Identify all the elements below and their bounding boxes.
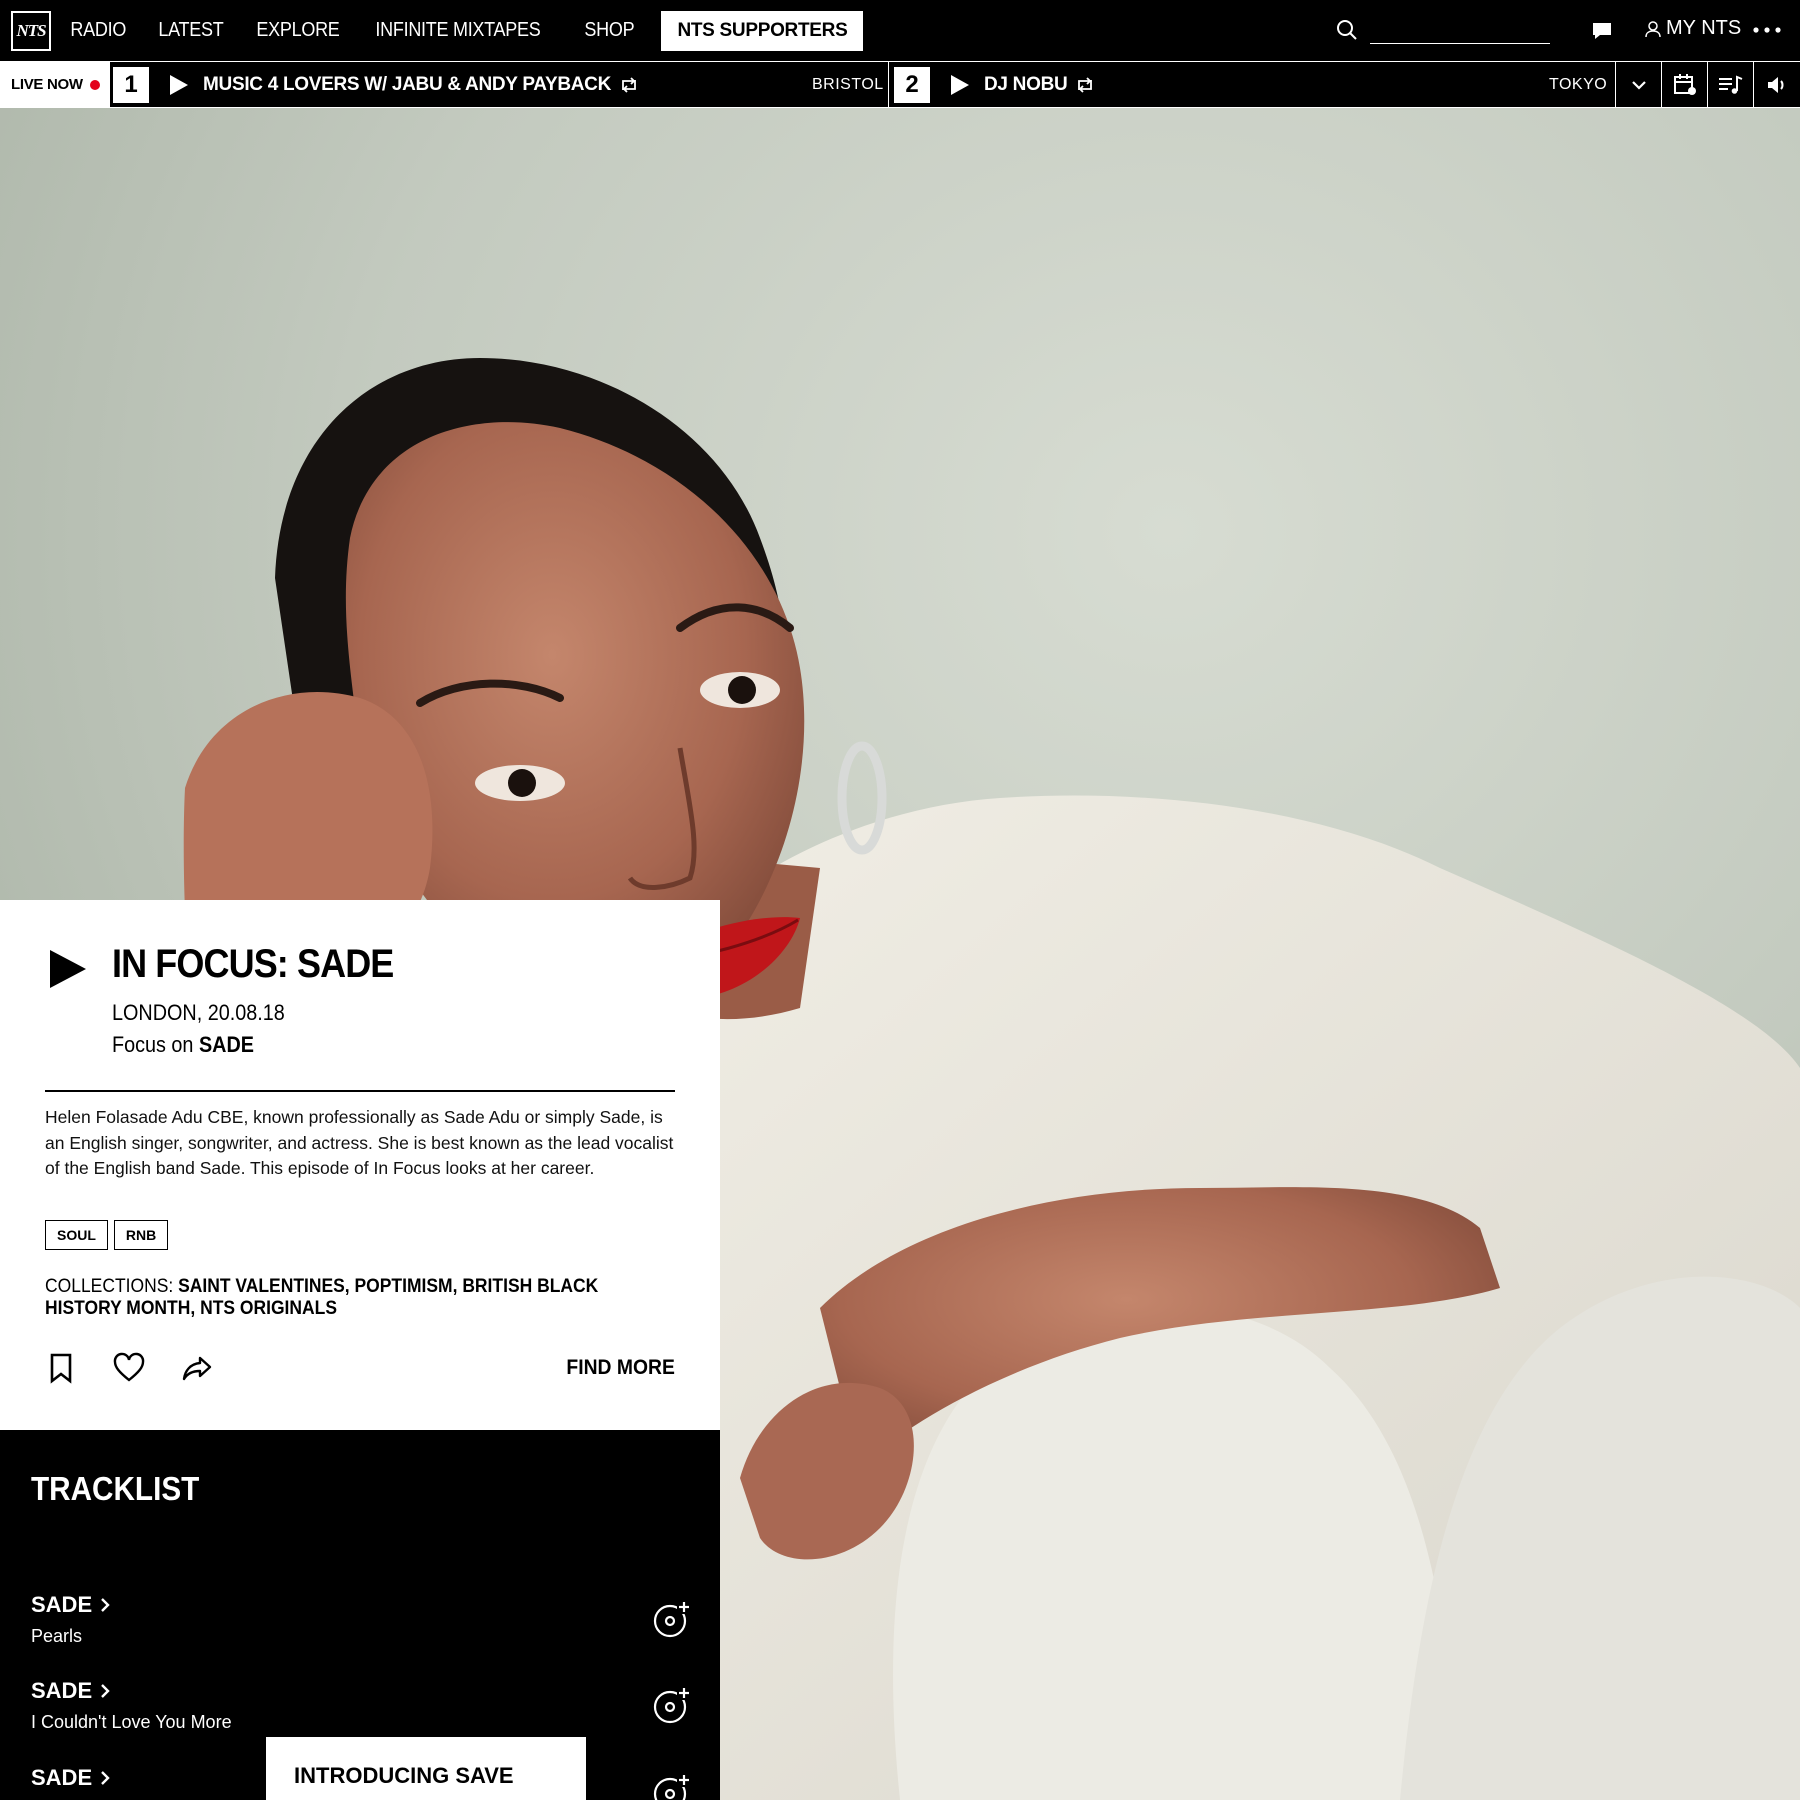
chevron-right-icon [101,1598,110,1612]
volume-icon [1767,76,1783,93]
popup-label: INTRODUCING SAVE [294,1763,514,1788]
channel-1[interactable]: 1 MUSIC 4 LOVERS W/ JABU & ANDY PAYBACK [113,62,639,107]
nav-links: RADIO LATEST EXPLORE INFINITE MIXTAPES S… [56,0,864,61]
live-bar: LIVE NOW 1 MUSIC 4 LOVERS W/ JABU & ANDY… [0,61,1800,108]
chevron-down-icon [1631,80,1646,90]
episode-actions [45,1352,213,1384]
focus-artist-link[interactable]: SADE [199,1032,254,1057]
chevron-right-icon [101,1684,110,1698]
channel-location: TOKYO [1549,76,1608,93]
episode-card: IN FOCUS: SADE LONDON, 20.08.18 Focus on… [0,900,720,1430]
calendar-icon [1673,73,1696,95]
tag-soul[interactable]: SOUL [45,1220,108,1250]
collections: COLLECTIONS: SAINT VALENTINES, POPTIMISM… [45,1276,634,1320]
nav-shop[interactable]: SHOP [570,19,649,42]
track-artist-link[interactable]: SADE [31,1678,691,1704]
volume-button[interactable] [1753,62,1799,107]
episode-description: Helen Folasade Adu CBE, known profession… [45,1107,674,1178]
search-icon[interactable] [1334,17,1360,43]
repeat-icon [1078,76,1093,93]
track-artist: SADE [31,1592,93,1617]
channel-location: BRISTOL [812,76,884,93]
more-icon[interactable] [1752,22,1782,38]
track-item: SADE I Couldn't Love You More [31,1678,691,1733]
channel-divider [888,62,889,107]
track-item: SADE Pearls [31,1592,691,1647]
track-title: I Couldn't Love You More [31,1712,232,1732]
search-input[interactable] [1370,16,1550,44]
nav-infinite-mixtapes[interactable]: INFINITE MIXTAPES [361,19,555,42]
play-icon[interactable] [948,74,970,96]
playlist-button[interactable] [1707,62,1753,107]
bookmark-icon[interactable] [45,1352,77,1384]
live-now-text: LIVE NOW [11,76,83,93]
chat-icon[interactable] [1591,20,1613,42]
nts-logo[interactable]: NTS [11,11,51,51]
repeat-icon [622,76,636,93]
playlist-icon [1718,75,1742,94]
channel-2[interactable]: 2 DJ NOBU [894,62,1095,107]
nts-supporters-button[interactable]: NTS SUPPORTERS [661,10,864,51]
my-nts-label: MY NTS [1666,17,1742,39]
add-to-collection-icon[interactable] [653,1600,691,1638]
live-now-label: LIVE NOW [0,62,110,107]
track-artist-link[interactable]: SADE [31,1592,691,1618]
collections-label: COLLECTIONS: [45,1276,174,1297]
channel-number: 2 [894,66,930,103]
track-artist: SADE [31,1765,93,1790]
genre-tags: SOUL RNB [45,1220,169,1250]
nav-radio[interactable]: RADIO [56,19,140,42]
top-navigation: NTS RADIO LATEST EXPLORE INFINITE MIXTAP… [0,0,1800,61]
focus-prefix: Focus on [112,1032,194,1057]
episode-title: IN FOCUS: SADE [112,942,394,986]
play-icon[interactable] [48,948,88,990]
play-icon[interactable] [167,74,189,96]
live-dot-icon [89,79,100,90]
episode-meta: LONDON, 20.08.18 [112,1000,285,1025]
channel-show-title[interactable]: DJ NOBU [984,74,1068,96]
divider [45,1090,675,1092]
schedule-button[interactable] [1661,62,1707,107]
nav-explore[interactable]: EXPLORE [242,19,354,42]
channel-number: 1 [113,66,149,103]
track-artist: SADE [31,1678,93,1703]
share-icon[interactable] [181,1352,213,1384]
introducing-save-popup[interactable]: INTRODUCING SAVE [266,1737,586,1800]
channel-show-title[interactable]: MUSIC 4 LOVERS W/ JABU & ANDY PAYBACK [203,74,611,96]
expand-channels-button[interactable] [1615,62,1661,107]
user-icon [1645,20,1661,37]
search-bar [1334,16,1550,44]
add-to-collection-icon[interactable] [653,1686,691,1724]
add-to-collection-icon[interactable] [653,1773,691,1800]
chevron-right-icon [101,1771,110,1785]
heart-icon[interactable] [113,1352,145,1384]
nav-latest[interactable]: LATEST [144,19,238,42]
track-title: Pearls [31,1626,83,1646]
tag-rnb[interactable]: RNB [113,1220,169,1250]
find-more-button[interactable]: FIND MORE [567,1356,675,1380]
my-nts-link[interactable]: MY NTS [1644,17,1741,40]
tracklist-heading: TRACKLIST [31,1470,200,1507]
episode-focus: Focus on SADE [112,1032,254,1058]
